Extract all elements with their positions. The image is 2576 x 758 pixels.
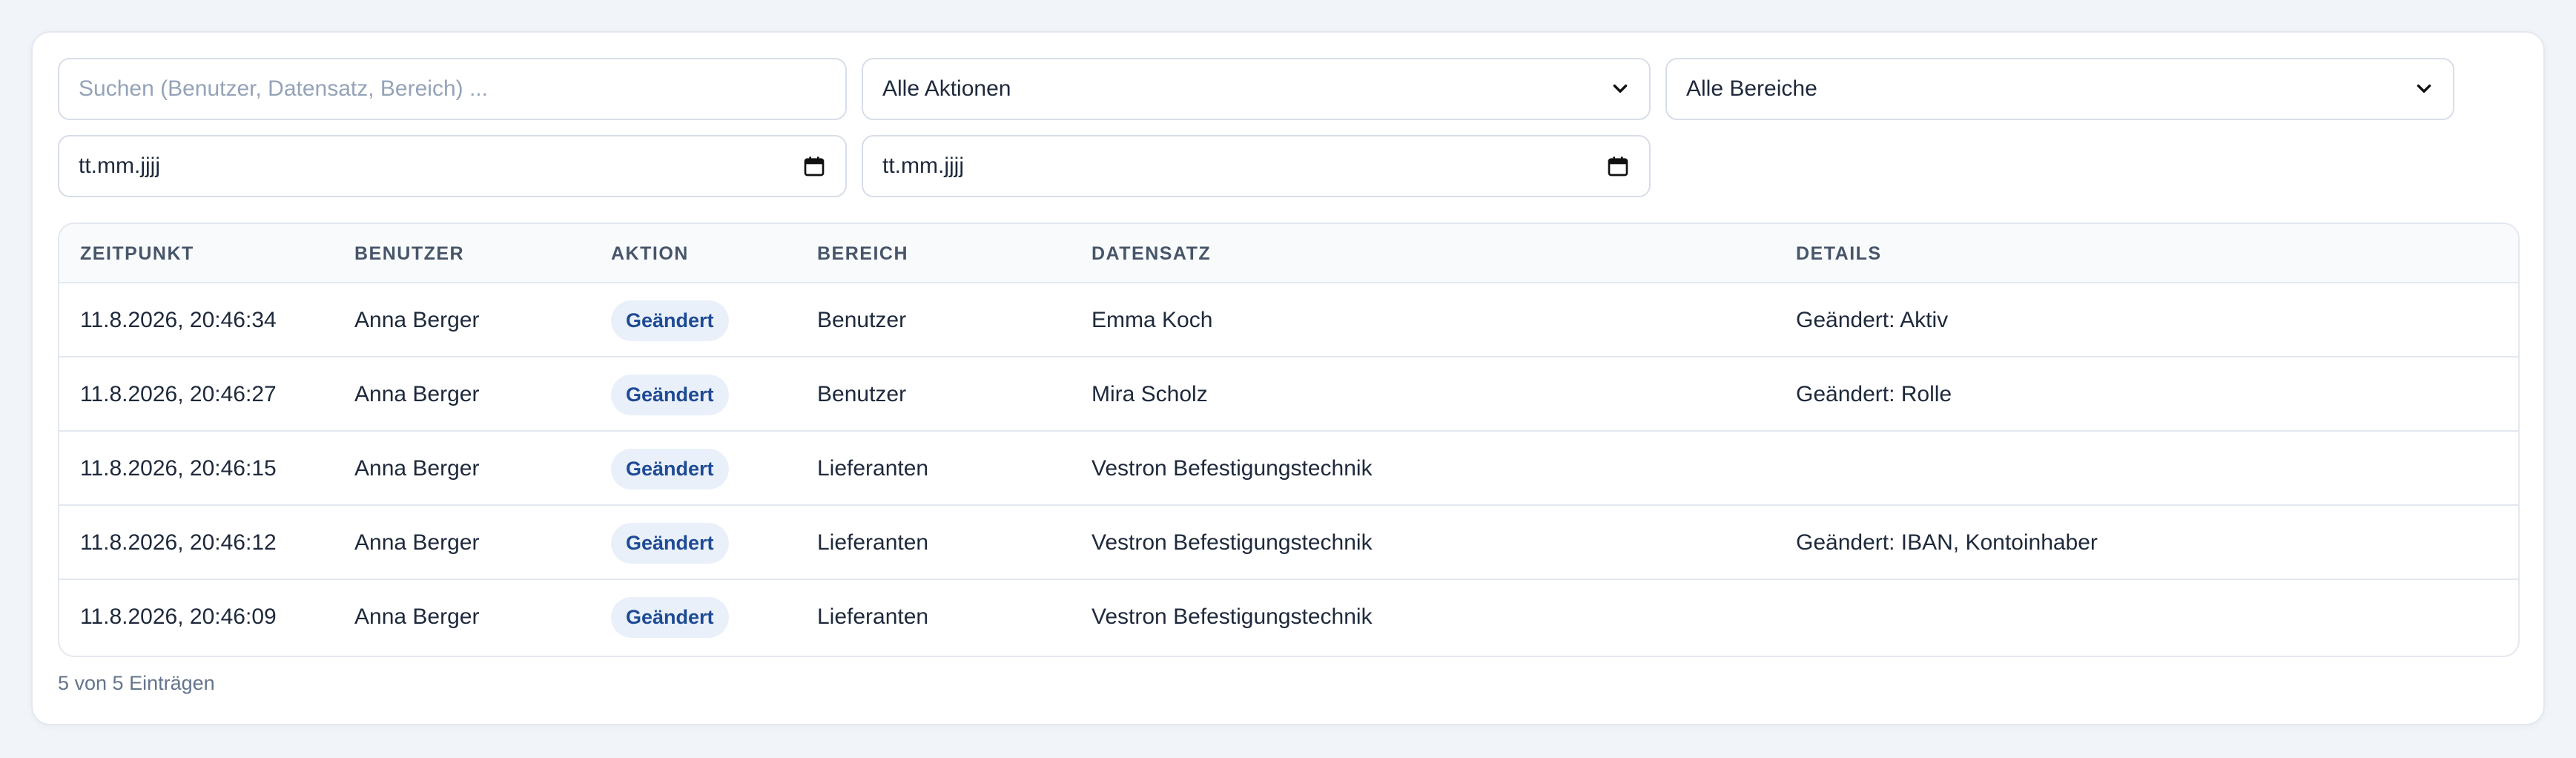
audit-log-card: Suchen (Benutzer, Datensatz, Bereich) ..… <box>31 31 2545 725</box>
action-select-value: Alle Aktionen <box>882 76 1011 101</box>
calendar-icon[interactable] <box>1606 154 1630 178</box>
cell-time: 11.8.2026, 20:46:27 <box>80 382 277 406</box>
cell-time: 11.8.2026, 20:46:34 <box>80 308 277 332</box>
action-badge: Geändert <box>611 522 729 564</box>
cell-record: Vestron Befestigungstechnik <box>1092 456 1373 481</box>
header-benutzer[interactable]: BENUTZER <box>354 224 464 283</box>
search-placeholder: Suchen (Benutzer, Datensatz, Bereich) ..… <box>79 76 488 101</box>
cell-record: Vestron Befestigungstechnik <box>1092 604 1373 629</box>
cell-action: Geändert <box>611 580 729 654</box>
date-to-value: tt.mm.jjjj <box>882 154 964 178</box>
cell-action: Geändert <box>611 283 729 357</box>
action-badge: Geändert <box>611 300 729 341</box>
cell-time: 11.8.2026, 20:46:12 <box>80 530 277 555</box>
table-row[interactable]: 11.8.2026, 20:46:09 Anna Berger Geändert… <box>59 580 2518 654</box>
date-to-input[interactable]: tt.mm.jjjj <box>862 135 1651 197</box>
calendar-icon[interactable] <box>802 154 826 178</box>
cell-record: Vestron Befestigungstechnik <box>1092 530 1373 555</box>
action-select[interactable]: Alle Aktionen <box>862 58 1651 120</box>
cell-details: Geändert: Rolle <box>1796 382 1952 406</box>
cell-area: Benutzer <box>817 308 907 332</box>
cell-record: Mira Scholz <box>1092 382 1208 406</box>
cell-action: Geändert <box>611 357 729 432</box>
cell-details: Geändert: Aktiv <box>1796 308 1949 332</box>
table-row[interactable]: 11.8.2026, 20:46:34 Anna Berger Geändert… <box>59 283 2518 357</box>
action-badge: Geändert <box>611 596 729 638</box>
filter-bar: Suchen (Benutzer, Datensatz, Bereich) ..… <box>58 58 2483 206</box>
entry-count: 5 von 5 Einträgen <box>58 672 215 694</box>
cell-area: Lieferanten <box>817 604 929 629</box>
table-header: ZEITPUNKT BENUTZER AKTION BEREICH DATENS… <box>59 224 2518 283</box>
cell-area: Benutzer <box>817 382 907 406</box>
cell-area: Lieferanten <box>817 456 929 481</box>
cell-user: Anna Berger <box>354 382 480 406</box>
table-row[interactable]: 11.8.2026, 20:46:12 Anna Berger Geändert… <box>59 506 2518 580</box>
cell-user: Anna Berger <box>354 530 480 555</box>
date-from-input[interactable]: tt.mm.jjjj <box>58 135 847 197</box>
cell-action: Geändert <box>611 506 729 580</box>
cell-time: 11.8.2026, 20:46:09 <box>80 604 277 629</box>
action-badge: Geändert <box>611 374 729 415</box>
area-select[interactable]: Alle Bereiche <box>1665 58 2454 120</box>
table-row[interactable]: 11.8.2026, 20:46:27 Anna Berger Geändert… <box>59 357 2518 432</box>
cell-user: Anna Berger <box>354 308 480 332</box>
area-select-value: Alle Bereiche <box>1686 76 1817 101</box>
chevron-down-icon <box>2414 79 2434 99</box>
chevron-down-icon <box>1611 79 1630 99</box>
header-bereich[interactable]: BEREICH <box>817 224 908 283</box>
header-aktion[interactable]: AKTION <box>611 224 689 283</box>
cell-area: Lieferanten <box>817 530 929 555</box>
cell-details: Geändert: IBAN, Kontoinhaber <box>1796 530 2098 555</box>
search-input[interactable]: Suchen (Benutzer, Datensatz, Bereich) ..… <box>58 58 847 120</box>
header-zeitpunkt[interactable]: ZEITPUNKT <box>80 224 194 283</box>
action-badge: Geändert <box>611 448 729 490</box>
header-details[interactable]: DETAILS <box>1796 224 1882 283</box>
cell-user: Anna Berger <box>354 604 480 629</box>
cell-action: Geändert <box>611 432 729 506</box>
header-datensatz[interactable]: DATENSATZ <box>1092 224 1211 283</box>
table-row[interactable]: 11.8.2026, 20:46:15 Anna Berger Geändert… <box>59 432 2518 506</box>
cell-user: Anna Berger <box>354 456 480 481</box>
cell-record: Emma Koch <box>1092 308 1213 332</box>
audit-table: ZEITPUNKT BENUTZER AKTION BEREICH DATENS… <box>58 223 2520 657</box>
date-from-value: tt.mm.jjjj <box>79 154 160 178</box>
cell-time: 11.8.2026, 20:46:15 <box>80 456 277 481</box>
